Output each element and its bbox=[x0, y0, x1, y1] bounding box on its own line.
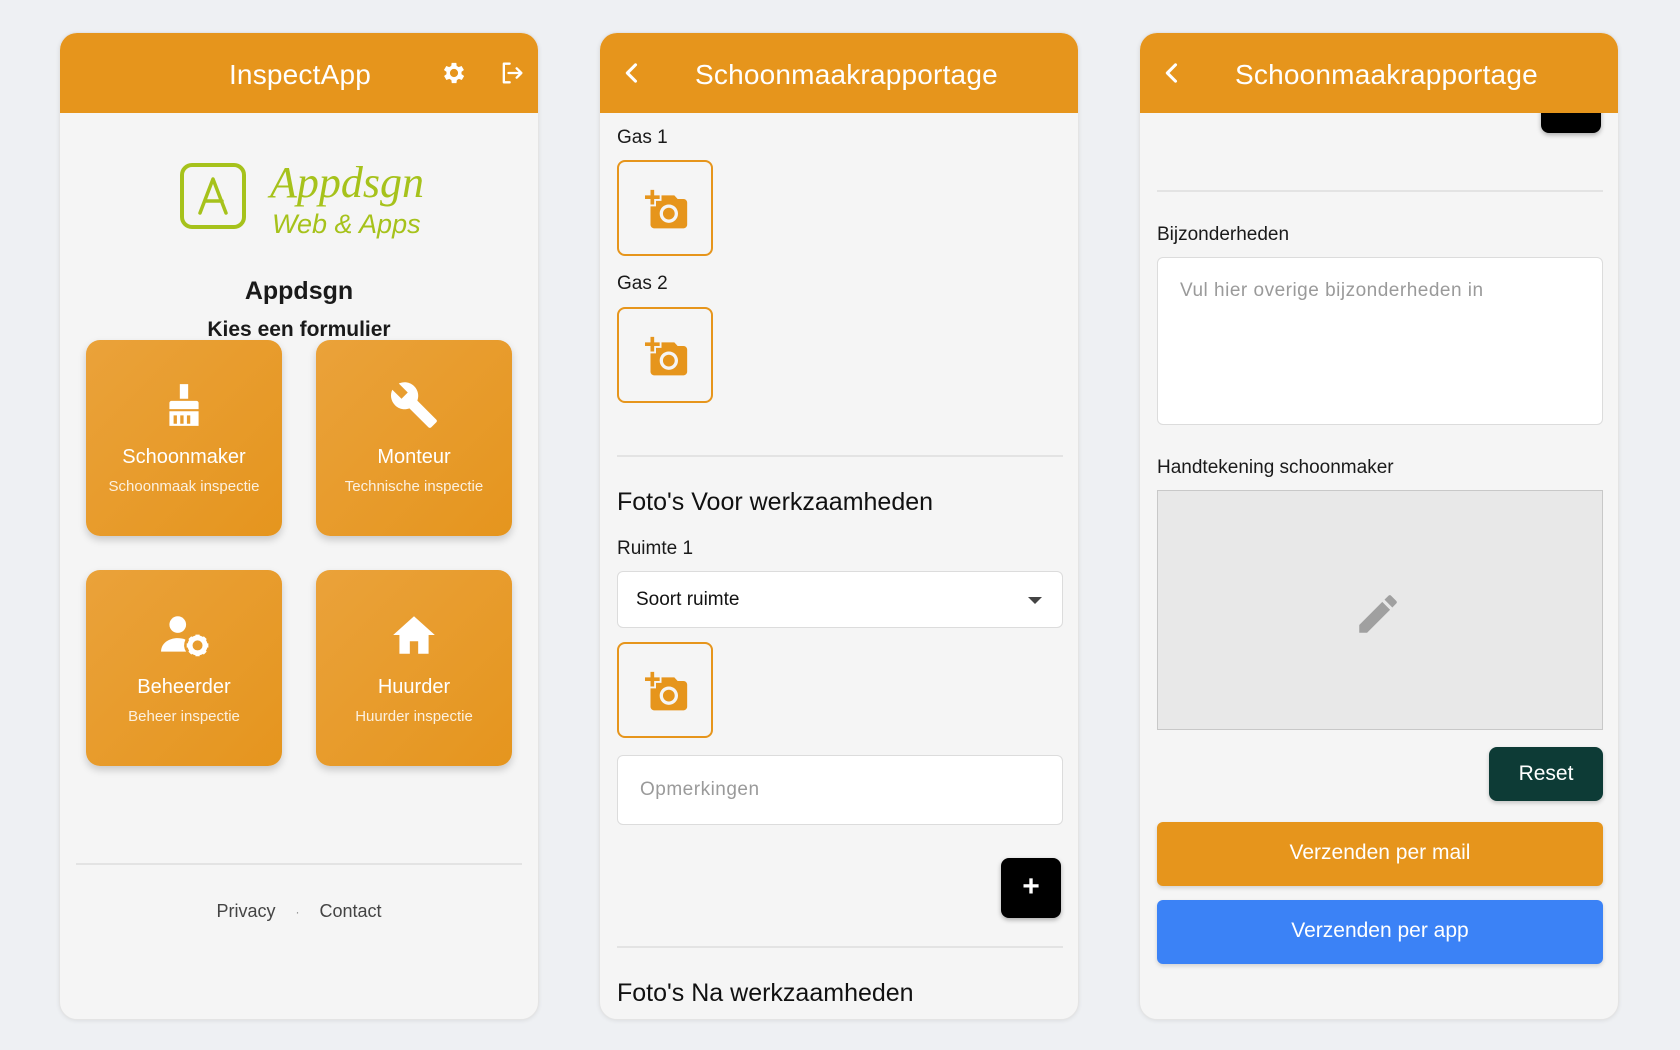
before-work-heading: Foto's Voor werkzaamheden bbox=[617, 488, 934, 516]
footer-links: Privacy · Contact bbox=[60, 901, 538, 922]
add-photo-icon bbox=[645, 336, 688, 376]
tile-label: Monteur bbox=[377, 446, 451, 468]
back-chevron-icon[interactable] bbox=[1158, 59, 1186, 87]
gas2-photo-button[interactable] bbox=[617, 307, 713, 403]
tile-monteur[interactable]: Monteur Technische inspectie bbox=[316, 340, 512, 536]
logo-wordmark: Appdsgn bbox=[267, 158, 424, 207]
room-type-value: Soort ruimte bbox=[636, 589, 740, 610]
form-appbar: Schoonmaakrapportage bbox=[600, 33, 1078, 113]
gas2-label: Gas 2 bbox=[617, 273, 668, 294]
company-logo: Appdsgn Web & Apps bbox=[178, 133, 438, 243]
after-work-heading: Foto's Na werkzaamheden bbox=[617, 979, 914, 1007]
room-photo-button[interactable] bbox=[617, 642, 713, 738]
wrench-icon bbox=[390, 382, 437, 428]
gas1-label: Gas 1 bbox=[617, 127, 668, 148]
tile-description: Beheer inspectie bbox=[128, 708, 240, 725]
footer-separator: · bbox=[295, 905, 300, 920]
report-submit-screen: + Schoonmaakrapportage Bijzonderheden Ha… bbox=[1139, 32, 1619, 1020]
back-chevron-icon[interactable] bbox=[618, 59, 646, 87]
gas1-photo-button[interactable] bbox=[617, 160, 713, 256]
section-divider bbox=[617, 455, 1063, 457]
contact-link[interactable]: Contact bbox=[319, 901, 381, 922]
logout-icon[interactable] bbox=[498, 59, 526, 87]
logo-tagline: Web & Apps bbox=[272, 209, 421, 239]
tile-schoonmaker[interactable]: Schoonmaker Schoonmaak inspectie bbox=[86, 340, 282, 536]
remarks-input[interactable] bbox=[617, 755, 1063, 825]
pencil-icon bbox=[1359, 595, 1397, 633]
signature-pad[interactable] bbox=[1157, 490, 1603, 730]
room-type-select[interactable]: Soort ruimte bbox=[617, 571, 1063, 628]
company-name: Appdsgn bbox=[244, 277, 354, 305]
submit-appbar: Schoonmaakrapportage bbox=[1140, 33, 1618, 113]
section-divider bbox=[617, 946, 1063, 948]
tile-description: Huurder inspectie bbox=[355, 708, 473, 725]
details-label: Bijzonderheden bbox=[1157, 224, 1290, 245]
tile-description: Schoonmaak inspectie bbox=[108, 478, 260, 495]
send-by-app-button[interactable]: Verzenden per app bbox=[1157, 900, 1603, 964]
section-divider bbox=[1157, 190, 1603, 192]
settings-gear-icon[interactable] bbox=[440, 59, 468, 87]
dropdown-caret-icon bbox=[1028, 597, 1042, 604]
reset-signature-button[interactable]: Reset bbox=[1489, 747, 1603, 801]
tile-label: Huurder bbox=[377, 676, 451, 698]
add-photo-icon bbox=[645, 189, 688, 229]
tile-beheerder[interactable]: Beheerder Beheer inspectie bbox=[86, 570, 282, 766]
home-appbar: InspectApp bbox=[60, 33, 538, 113]
tile-label: Beheerder bbox=[137, 676, 231, 698]
footer-divider bbox=[76, 863, 522, 865]
send-by-mail-button[interactable]: Verzenden per mail bbox=[1157, 822, 1603, 886]
privacy-link[interactable]: Privacy bbox=[216, 901, 275, 922]
submit-title: Schoonmaakrapportage bbox=[1235, 59, 1538, 90]
form-title: Schoonmaakrapportage bbox=[695, 59, 998, 90]
room-label: Ruimte 1 bbox=[617, 538, 694, 559]
admin-user-icon bbox=[161, 616, 209, 657]
report-form-screen: Schoonmaakrapportage Gas 1 Gas 2 Foto's … bbox=[599, 32, 1079, 1020]
add-room-button[interactable]: + bbox=[1001, 858, 1061, 918]
home-screen: InspectApp Appdsgn Web & Apps Appdsgn Ki… bbox=[59, 32, 539, 1020]
tile-huurder[interactable]: Huurder Huurder inspectie bbox=[316, 570, 512, 766]
add-photo-icon bbox=[645, 671, 688, 711]
broom-icon bbox=[169, 384, 199, 426]
tile-description: Technische inspectie bbox=[344, 478, 484, 495]
choose-form-heading: Kies een formulier bbox=[207, 318, 391, 341]
details-textarea[interactable] bbox=[1157, 257, 1603, 425]
signature-label: Handtekening schoonmaker bbox=[1157, 457, 1394, 478]
home-icon bbox=[393, 616, 435, 654]
tile-label: Schoonmaker bbox=[122, 446, 246, 468]
